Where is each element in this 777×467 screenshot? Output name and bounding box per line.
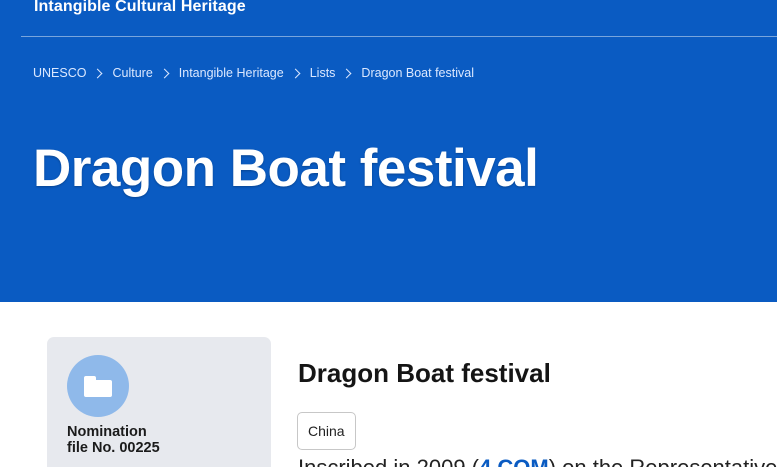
site-name[interactable]: Intangible Cultural Heritage (34, 0, 246, 16)
breadcrumb-culture[interactable]: Culture (112, 66, 152, 80)
element-title: Dragon Boat festival (298, 358, 551, 388)
chevron-right-icon (341, 68, 352, 78)
chevron-right-icon (93, 68, 103, 78)
chevron-right-icon (290, 68, 301, 78)
chevron-right-icon (159, 68, 170, 78)
breadcrumb-lists[interactable]: Lists (310, 66, 336, 80)
breadcrumb-unesco[interactable]: UNESCO (33, 66, 86, 80)
country-tag-china[interactable]: China (297, 412, 356, 450)
header-divider (21, 36, 777, 37)
nomination-card[interactable]: Nomination file No. 00225 (47, 337, 271, 467)
inscription-text: Inscribed in 2009 (4.COM) on the Represe… (298, 455, 777, 467)
inscription-text-end: ) on the Representative (549, 455, 777, 467)
nomination-label-line1: Nomination (67, 424, 147, 440)
nomination-file-label: Nomination file No. 00225 (67, 424, 267, 456)
inscription-text-start: Inscribed in 2009 ( (298, 455, 479, 467)
page-title: Dragon Boat festival (33, 139, 539, 198)
committee-session-link[interactable]: 4.COM (479, 455, 549, 467)
folder-icon (84, 376, 112, 397)
folder-icon-badge (67, 355, 129, 417)
breadcrumb-intangible-heritage[interactable]: Intangible Heritage (179, 66, 284, 80)
breadcrumb-current: Dragon Boat festival (361, 66, 474, 80)
nomination-label-line2: file No. 00225 (67, 440, 160, 456)
breadcrumb: UNESCO Culture Intangible Heritage Lists… (33, 66, 474, 80)
hero-banner: Intangible Cultural Heritage UNESCO Cult… (0, 0, 777, 302)
